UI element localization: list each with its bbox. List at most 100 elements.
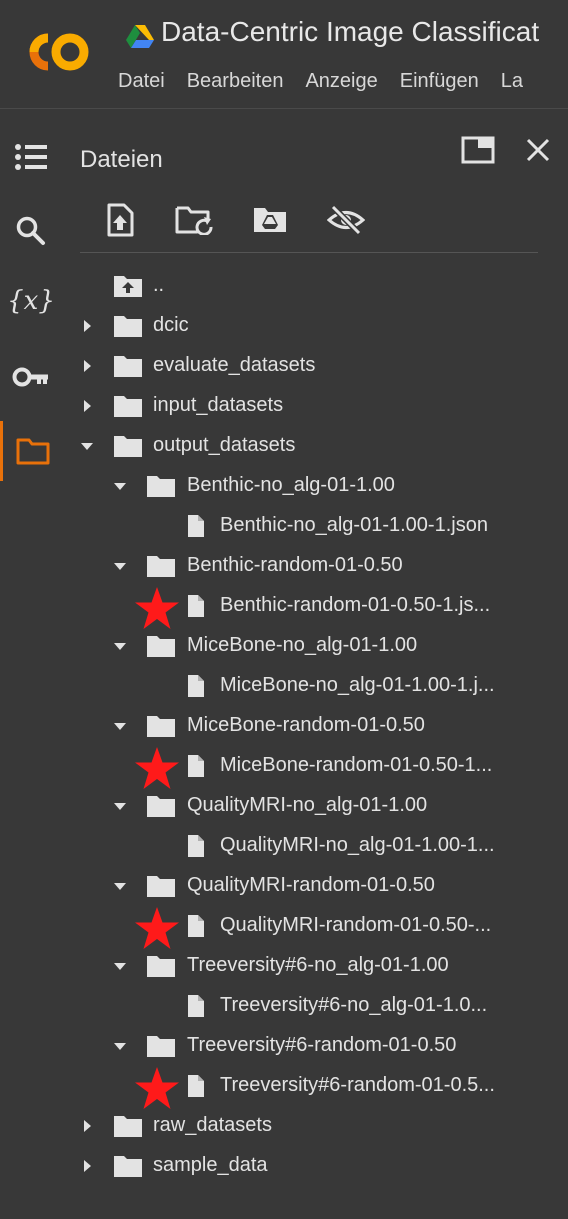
chevron-down-icon[interactable]: [80, 439, 94, 453]
folder-icon: [147, 476, 175, 497]
close-icon: [526, 138, 550, 162]
folder-row[interactable]: Benthic-no_alg-01-1.00: [0, 466, 568, 506]
file-row[interactable]: Treeversity#6-random-01-0.5...: [0, 1066, 568, 1109]
menu-view[interactable]: Anzeige: [305, 70, 377, 92]
colab-logo[interactable]: [22, 28, 94, 76]
file-icon: [188, 675, 204, 697]
folder-row[interactable]: dcic: [0, 306, 568, 346]
upload-button[interactable]: [98, 198, 142, 242]
folder-row[interactable]: Treeversity#6-no_alg-01-1.00: [0, 946, 568, 986]
chevron-down-icon[interactable]: [113, 959, 127, 973]
file-name: QualityMRI-random-01-0.50-...: [220, 914, 492, 936]
chevron-right-icon[interactable]: [80, 319, 94, 333]
mount-drive-button[interactable]: [248, 198, 292, 242]
file-icon: [188, 515, 204, 537]
file-name: Benthic-random-01-0.50-1.js...: [220, 594, 491, 616]
folder-row[interactable]: input_datasets: [0, 386, 568, 426]
folder-icon: [147, 556, 175, 577]
folder-icon: [147, 1036, 175, 1057]
chevron-right-icon[interactable]: [80, 1119, 94, 1133]
file-icon: [188, 755, 204, 777]
notebook-title[interactable]: Data-Centric Image Classificat: [161, 16, 539, 48]
menu-runtime[interactable]: La: [501, 70, 523, 92]
file-row[interactable]: QualityMRI-random-01-0.50-...: [0, 906, 568, 949]
folder-row[interactable]: MiceBone-no_alg-01-1.00: [0, 626, 568, 666]
folder-name: output_datasets: [153, 434, 296, 456]
folder-icon: [147, 956, 175, 977]
refresh-folder-icon: [175, 206, 213, 235]
mount-drive-icon: [254, 208, 286, 232]
refresh-button[interactable]: [172, 198, 216, 242]
open-in-tab-button[interactable]: [458, 130, 498, 170]
menu-bar: Datei Bearbeiten Anzeige Einfügen La: [118, 70, 545, 93]
folder-name: sample_data: [153, 1154, 268, 1176]
red-star-marker-icon: [135, 907, 179, 949]
folder-icon: [147, 876, 175, 897]
folder-icon: [147, 796, 175, 817]
folder-row[interactable]: raw_datasets: [0, 1106, 568, 1146]
chevron-down-icon[interactable]: [113, 1039, 127, 1053]
file-row[interactable]: MiceBone-no_alg-01-1.00-1.j...: [0, 666, 568, 706]
file-icon: [188, 915, 204, 937]
file-row[interactable]: QualityMRI-no_alg-01-1.00-1...: [0, 826, 568, 866]
folder-name: ..: [153, 274, 165, 296]
folder-name: Benthic-random-01-0.50: [187, 554, 403, 576]
file-icon: [188, 835, 204, 857]
folder-row[interactable]: sample_data: [0, 1146, 568, 1186]
folder-row[interactable]: evaluate_datasets: [0, 346, 568, 386]
file-name: Benthic-no_alg-01-1.00-1.json: [220, 514, 488, 536]
red-star-marker-icon: [135, 747, 179, 789]
folder-row[interactable]: QualityMRI-random-01-0.50: [0, 866, 568, 906]
search-button[interactable]: [0, 203, 62, 259]
file-row[interactable]: Treeversity#6-no_alg-01-1.0...: [0, 986, 568, 1026]
file-name: QualityMRI-no_alg-01-1.00-1...: [220, 834, 495, 856]
folder-name: QualityMRI-no_alg-01-1.00: [187, 794, 428, 816]
hide-files-icon: [327, 205, 365, 235]
chevron-right-icon[interactable]: [80, 399, 94, 413]
chevron-down-icon[interactable]: [113, 719, 127, 733]
google-drive-icon[interactable]: [126, 24, 154, 48]
folder-name: Benthic-no_alg-01-1.00: [187, 474, 395, 496]
chevron-right-icon[interactable]: [80, 1159, 94, 1173]
folder-icon: [114, 1116, 142, 1137]
folder-name: input_datasets: [153, 394, 284, 416]
close-panel-button[interactable]: [518, 130, 558, 170]
folder-icon: [114, 396, 142, 417]
folder-name: Treeversity#6-random-01-0.50: [187, 1034, 457, 1056]
chevron-down-icon[interactable]: [113, 479, 127, 493]
menu-edit[interactable]: Bearbeiten: [187, 70, 284, 92]
upload-file-icon: [107, 203, 134, 237]
folder-row[interactable]: MiceBone-random-01-0.50: [0, 706, 568, 746]
folder-row[interactable]: output_datasets: [0, 426, 568, 466]
chevron-down-icon[interactable]: [113, 559, 127, 573]
folder-name: evaluate_datasets: [153, 354, 316, 376]
file-row[interactable]: MiceBone-random-01-0.50-1...: [0, 746, 568, 789]
file-row[interactable]: Benthic-no_alg-01-1.00-1.json: [0, 506, 568, 546]
parent-folder-row[interactable]: ..: [0, 266, 568, 306]
chevron-down-icon[interactable]: [113, 639, 127, 653]
chevron-down-icon[interactable]: [113, 879, 127, 893]
folder-name: QualityMRI-random-01-0.50: [187, 874, 435, 896]
folder-icon: [114, 1156, 142, 1177]
parent-folder-icon: [114, 276, 142, 297]
files-panel-title: Dateien: [80, 146, 163, 173]
folder-icon: [114, 436, 142, 457]
folder-row[interactable]: Benthic-random-01-0.50: [0, 546, 568, 586]
folder-icon: [114, 356, 142, 377]
folder-name: MiceBone-no_alg-01-1.00: [187, 634, 418, 656]
chevron-right-icon[interactable]: [80, 359, 94, 373]
folder-row[interactable]: QualityMRI-no_alg-01-1.00: [0, 786, 568, 826]
file-icon: [188, 995, 204, 1017]
toolbar-divider: [80, 252, 538, 253]
chevron-down-icon[interactable]: [113, 799, 127, 813]
hide-files-button[interactable]: [324, 198, 368, 242]
table-of-contents-button[interactable]: [0, 129, 62, 185]
menu-file[interactable]: Datei: [118, 70, 165, 92]
file-name: Treeversity#6-random-01-0.5...: [220, 1074, 495, 1096]
file-row[interactable]: Benthic-random-01-0.50-1.js...: [0, 586, 568, 629]
folder-icon: [147, 716, 175, 737]
folder-icon: [114, 316, 142, 337]
folder-row[interactable]: Treeversity#6-random-01-0.50: [0, 1026, 568, 1066]
menu-insert[interactable]: Einfügen: [400, 70, 479, 92]
table-of-contents-icon: [15, 144, 47, 170]
